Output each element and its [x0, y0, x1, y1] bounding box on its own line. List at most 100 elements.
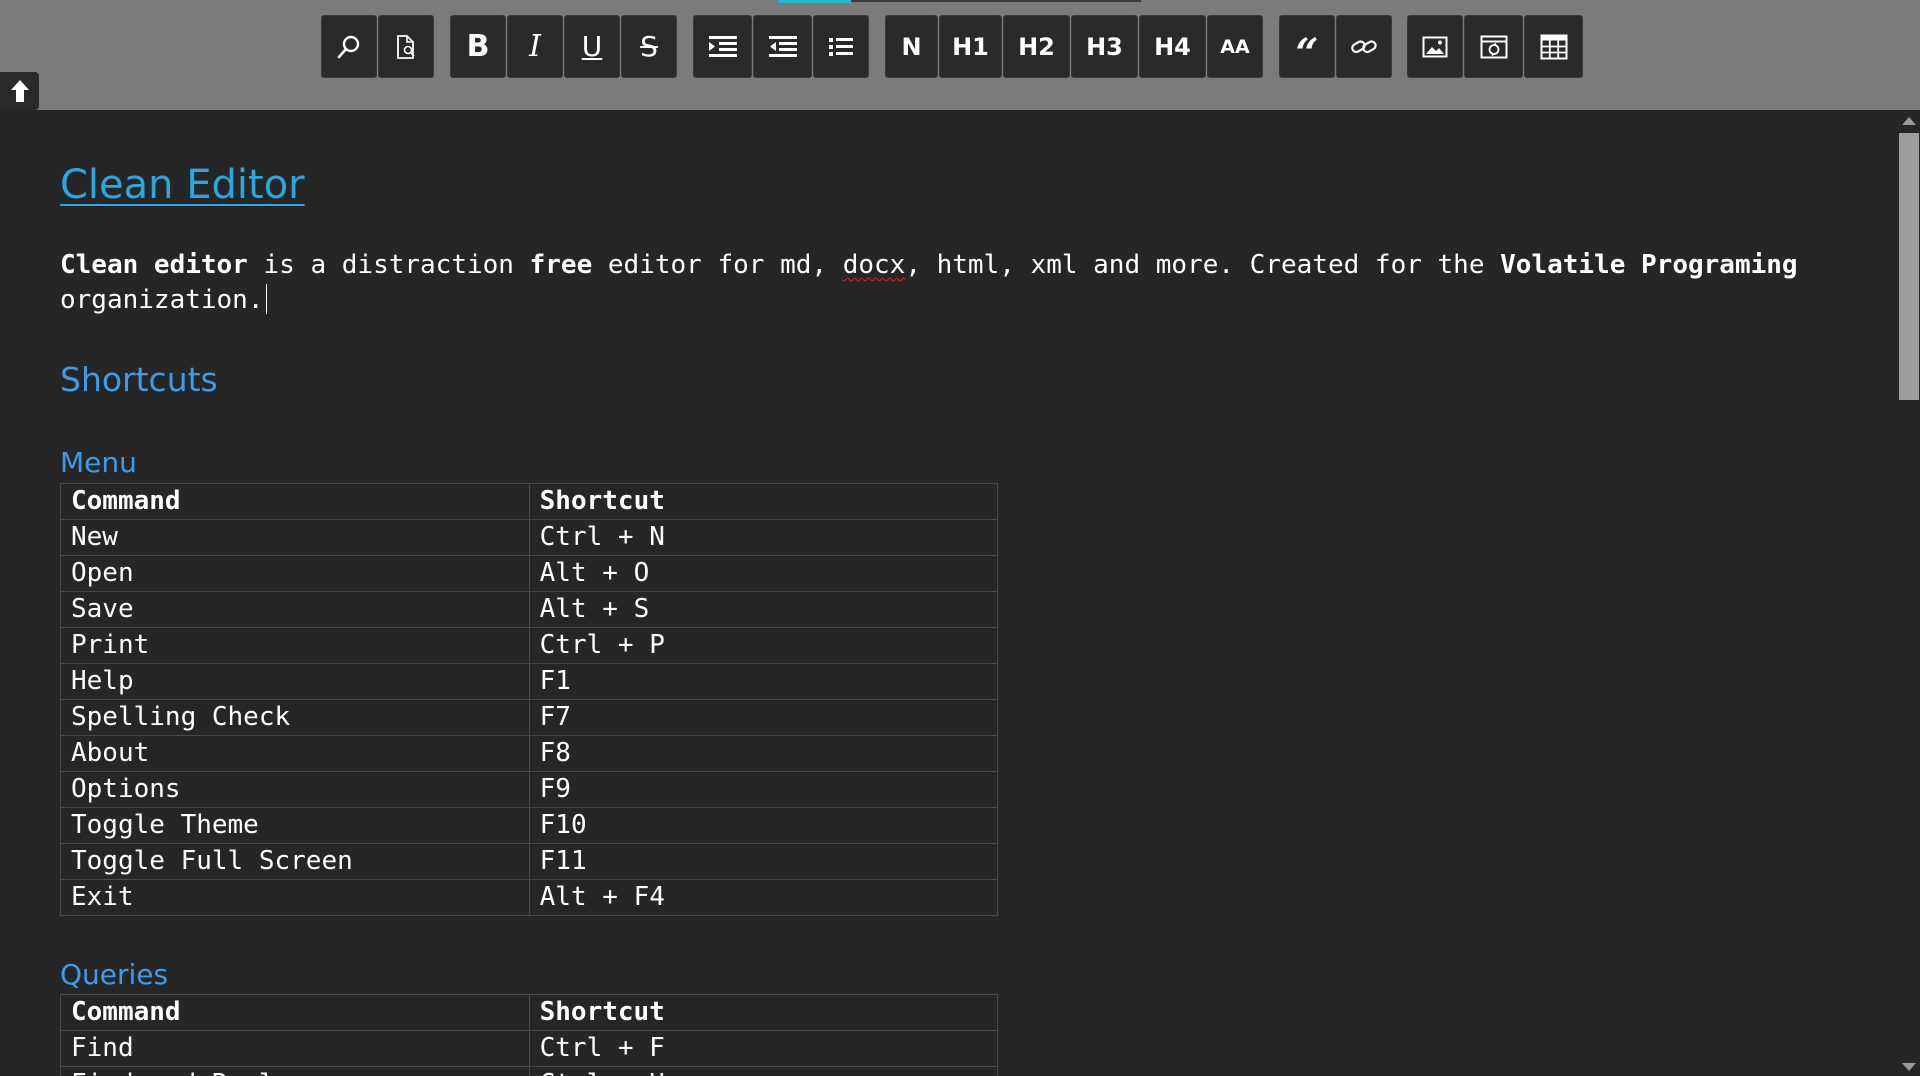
table-row: Toggle Theme F10: [60, 807, 999, 844]
heading-1-button[interactable]: H1: [939, 15, 1002, 78]
shortcuts-heading: Shortcuts: [60, 360, 218, 399]
normal-text-button[interactable]: N: [885, 15, 938, 78]
queries-heading: Queries: [60, 958, 169, 991]
heading-3-label: H3: [1086, 32, 1123, 61]
heading-4-button[interactable]: H4: [1139, 15, 1206, 78]
shortcut-cell: F9: [528, 771, 999, 808]
heading-3-button[interactable]: H3: [1071, 15, 1138, 78]
table-row: Open Alt + O: [60, 555, 999, 592]
italic-label: I: [529, 29, 541, 64]
insert-embed-button[interactable]: [1464, 15, 1523, 78]
shortcut-cell: Alt + S: [528, 591, 999, 628]
tab-track: [851, 0, 1141, 2]
list-button[interactable]: [813, 15, 869, 78]
command-column-header: Command: [60, 483, 530, 520]
heading-2-button[interactable]: H2: [1003, 15, 1070, 78]
menu-heading: Menu: [60, 446, 137, 479]
document-preview-icon: [397, 34, 415, 59]
intro-text: organization.: [60, 285, 264, 315]
shortcut-cell: F1: [528, 663, 999, 700]
table-row: Options F9: [60, 771, 999, 808]
font-size-button[interactable]: AA: [1207, 15, 1263, 78]
command-cell: Exit: [60, 879, 530, 916]
intro-paragraph[interactable]: Clean editor is a distraction free edito…: [60, 248, 1800, 318]
table-row: Find Ctrl + F: [60, 1030, 999, 1067]
command-cell: Help: [60, 663, 530, 700]
command-cell: Toggle Full Screen: [60, 843, 530, 880]
table-row: Find and ReplaceCtrl + H: [60, 1066, 999, 1076]
intro-bold-org: Volatile Programing: [1500, 250, 1798, 280]
strikethrough-label: S: [640, 30, 658, 63]
text-caret: [265, 284, 267, 314]
embed-icon: [1480, 35, 1507, 58]
table-row: About F8: [60, 735, 999, 772]
command-cell: Open: [60, 555, 530, 592]
intro-text: , html, xml and more. Created for the: [905, 250, 1501, 280]
table-row: Help F1: [60, 663, 999, 700]
queries-shortcuts-table: Command Shortcut FindCtrl + FFind and Re…: [60, 994, 999, 1076]
command-cell: Find: [60, 1030, 530, 1067]
command-cell: Save: [60, 591, 530, 628]
command-cell: New: [60, 519, 530, 556]
shortcut-cell: Ctrl + H: [528, 1066, 999, 1076]
shortcut-cell: F10: [528, 807, 999, 844]
command-cell: Toggle Theme: [60, 807, 530, 844]
intro-bold-free: free: [529, 250, 593, 280]
table-row: Exit Alt + F4: [60, 879, 999, 916]
document-title-link[interactable]: Clean Editor: [60, 162, 305, 208]
bold-label: B: [466, 29, 490, 64]
command-cell: Print: [60, 627, 530, 664]
bold-button[interactable]: B: [450, 15, 506, 78]
command-cell: About: [60, 735, 530, 772]
table-header-row: Command Shortcut: [60, 483, 999, 520]
command-cell: Find and Replace: [60, 1066, 530, 1076]
shortcut-cell: F11: [528, 843, 999, 880]
insert-image-button[interactable]: [1407, 15, 1463, 78]
heading-1-label: H1: [952, 32, 989, 61]
menu-shortcuts-table: Command Shortcut New Ctrl + N Open Alt + OS…: [60, 483, 999, 916]
shortcut-column-header: Shortcut: [528, 483, 999, 520]
scrollbar-thumb[interactable]: [1899, 133, 1919, 400]
shortcut-column-header: Shortcut: [528, 994, 999, 1031]
image-icon: [1422, 36, 1448, 57]
tab-accent-indicator: [778, 0, 851, 3]
link-button[interactable]: [1336, 15, 1392, 78]
misspelled-word[interactable]: docx: [843, 250, 906, 280]
intro-text: is a distraction: [247, 250, 530, 280]
toolbar: B I U S N H1 H2 H3 H4 AA “: [0, 0, 1920, 110]
table-row: Save Alt + S: [60, 591, 999, 628]
arrow-up-icon: [10, 80, 29, 102]
link-icon: [1351, 39, 1377, 53]
underline-button[interactable]: U: [564, 15, 620, 78]
table-row: Print Ctrl + P: [60, 627, 999, 664]
scroll-up-arrow-icon[interactable]: [1902, 117, 1916, 125]
editor-document[interactable]: Clean Editor Clean editor is a distracti…: [0, 110, 1896, 1076]
command-column-header: Command: [60, 994, 530, 1031]
normal-text-label: N: [901, 32, 922, 61]
outdent-icon: [768, 35, 797, 57]
strikethrough-button[interactable]: S: [621, 15, 677, 78]
shortcut-cell: Ctrl + P: [528, 627, 999, 664]
quote-button[interactable]: “: [1279, 15, 1335, 78]
indent-button[interactable]: [693, 15, 752, 78]
scroll-to-top-button[interactable]: [0, 72, 39, 110]
command-cell: Spelling Check: [60, 699, 530, 736]
shortcut-cell: Ctrl + F: [528, 1030, 999, 1067]
shortcut-cell: Ctrl + N: [528, 519, 999, 556]
table-row: Toggle Full Screen F11: [60, 843, 999, 880]
scroll-down-arrow-icon[interactable]: [1902, 1063, 1916, 1071]
search-button[interactable]: [321, 15, 377, 78]
outdent-button[interactable]: [753, 15, 812, 78]
intro-bold-name: Clean editor: [60, 250, 248, 280]
indent-icon: [708, 35, 737, 57]
insert-table-button[interactable]: [1524, 15, 1583, 78]
heading-2-label: H2: [1018, 32, 1055, 61]
italic-button[interactable]: I: [507, 15, 563, 78]
preview-button[interactable]: [378, 15, 434, 78]
shortcut-cell: Alt + O: [528, 555, 999, 592]
bulleted-list-icon: [829, 37, 853, 56]
underline-label: U: [581, 30, 603, 63]
command-cell: Options: [60, 771, 530, 808]
vertical-scrollbar[interactable]: [1896, 110, 1920, 1076]
shortcut-cell: F8: [528, 735, 999, 772]
